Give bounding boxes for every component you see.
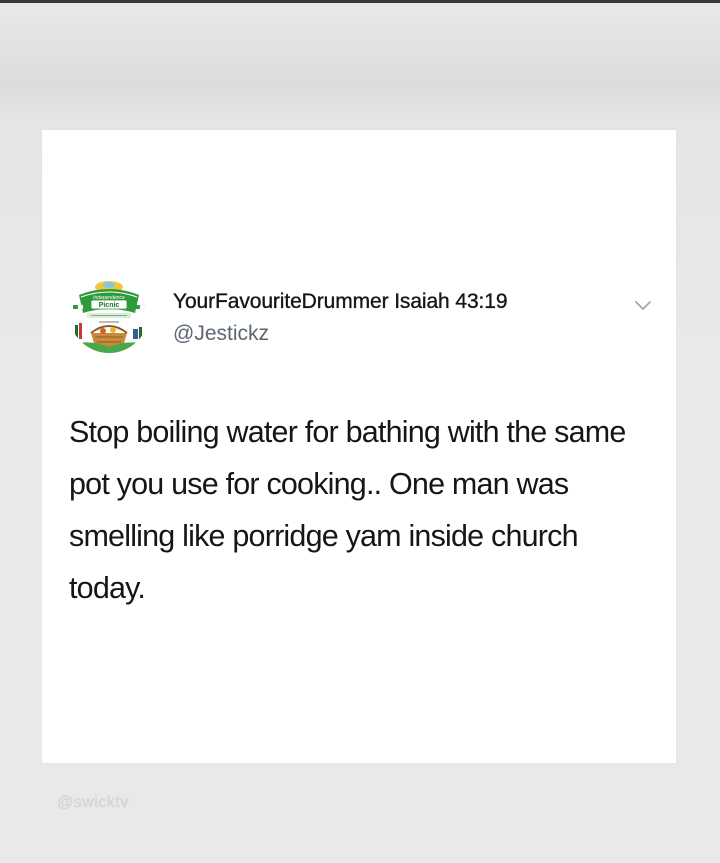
chevron-down-icon[interactable] xyxy=(634,300,652,312)
svg-text:Picnic: Picnic xyxy=(99,302,120,309)
display-name[interactable]: YourFavouriteDrummer Isaiah 43:19 xyxy=(173,290,508,314)
watermark: @swicktv xyxy=(57,794,129,811)
independence-picnic-logo-avatar-icon: Independence Picnic xyxy=(69,273,149,353)
user-handle[interactable]: @Jestickz xyxy=(173,322,269,346)
tweet-card: Independence Picnic YourFavouriteDrummer… xyxy=(42,130,676,763)
tweet-text: Stop boiling water for bathing with the … xyxy=(69,415,626,605)
top-edge-bar xyxy=(0,0,720,3)
avatar[interactable]: Independence Picnic xyxy=(69,273,149,353)
